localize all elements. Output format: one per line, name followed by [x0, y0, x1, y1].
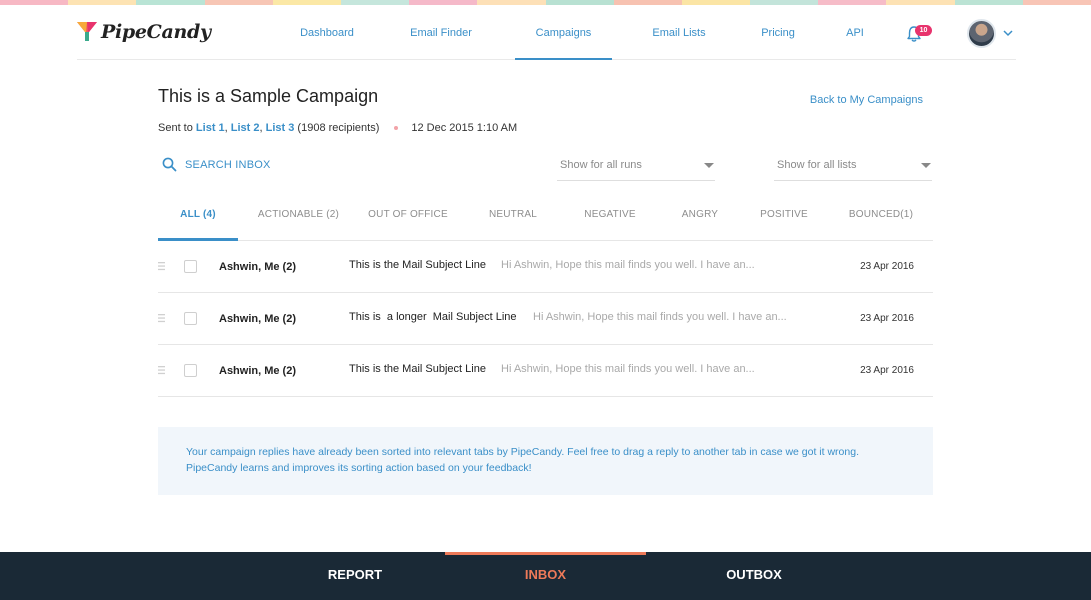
table-row[interactable]: Ashwin, Me (2) This is the Mail Subject …: [158, 345, 933, 397]
row-date: 23 Apr 2016: [860, 313, 914, 324]
row-sender: Ashwin, Me (2): [219, 313, 297, 325]
list-link-2[interactable]: List 2: [231, 122, 260, 134]
row-checkbox[interactable]: [184, 364, 197, 377]
stripe-segment: [1022, 0, 1091, 5]
info-line-1: Your campaign replies have already been …: [186, 446, 859, 458]
caret-down-icon: [704, 163, 714, 168]
runs-select[interactable]: Show for all runs: [557, 152, 715, 181]
logo[interactable]: PipeCandy: [77, 19, 211, 45]
nav-dashboard[interactable]: Dashboard: [286, 5, 368, 60]
table-row[interactable]: Ashwin, Me (2) This is the Mail Subject …: [158, 241, 933, 293]
tab-positive[interactable]: POSITIVE: [753, 198, 815, 241]
tab-inbox[interactable]: INBOX: [445, 552, 646, 600]
row-sender: Ashwin, Me (2): [219, 365, 297, 377]
row-date: 23 Apr 2016: [860, 365, 914, 376]
row-preview: Hi Ashwin, Hope this mail finds you well…: [501, 259, 755, 271]
row-date: 23 Apr 2016: [860, 261, 914, 272]
sent-prefix: Sent to: [158, 122, 196, 134]
row-subject: This is the Mail Subject Line: [349, 363, 486, 375]
nav-api[interactable]: API: [837, 5, 873, 60]
lists-select-value: Show for all lists: [777, 159, 857, 171]
runs-select-value: Show for all runs: [560, 159, 642, 171]
search-icon: [162, 157, 177, 172]
nav-email-lists[interactable]: Email Lists: [642, 5, 716, 60]
recipients-count: (1908 recipients): [294, 122, 380, 134]
sent-date: 12 Dec 2015 1:10 AM: [411, 122, 518, 134]
top-navigation: PipeCandy Dashboard Email Finder Campaig…: [77, 5, 1016, 60]
tab-out-of-office[interactable]: OUT OF OFFICE: [360, 198, 456, 241]
tab-actionable[interactable]: ACTIONABLE (2): [250, 198, 347, 241]
caret-down-icon: [921, 163, 931, 168]
drag-handle-icon[interactable]: [158, 313, 165, 323]
tab-all[interactable]: ALL (4): [158, 198, 238, 241]
notification-badge: 10: [915, 25, 932, 36]
list-link-3[interactable]: List 3: [266, 122, 295, 134]
stripe-segment: [0, 0, 69, 5]
row-checkbox[interactable]: [184, 312, 197, 325]
nav-campaigns[interactable]: Campaigns: [515, 5, 612, 60]
dot-separator: [394, 126, 399, 130]
chevron-down-icon[interactable]: [1002, 28, 1014, 38]
row-sender: Ashwin, Me (2): [219, 261, 297, 273]
tab-outbox[interactable]: OUTBOX: [654, 552, 854, 600]
category-tabs: ALL (4) ACTIONABLE (2) OUT OF OFFICE NEU…: [158, 198, 933, 241]
row-preview: Hi Ashwin, Hope this mail finds you well…: [533, 311, 787, 323]
row-subject: This is the Mail Subject Line: [349, 259, 486, 271]
nav-email-finder[interactable]: Email Finder: [399, 5, 483, 60]
list-link-1[interactable]: List 1: [196, 122, 225, 134]
row-preview: Hi Ashwin, Hope this mail finds you well…: [501, 363, 755, 375]
candy-funnel-icon: [77, 22, 97, 41]
drag-handle-icon[interactable]: [158, 261, 165, 271]
table-row[interactable]: Ashwin, Me (2) This is a longer Mail Sub…: [158, 293, 933, 345]
row-checkbox[interactable]: [184, 260, 197, 273]
row-subject: This is a longer Mail Subject Line: [349, 311, 517, 323]
tab-bounced[interactable]: BOUNCED(1): [842, 198, 920, 241]
nav-pricing[interactable]: Pricing: [749, 5, 807, 60]
avatar[interactable]: [967, 19, 996, 48]
page-title: This is a Sample Campaign: [158, 86, 379, 106]
tab-negative[interactable]: NEGATIVE: [574, 198, 646, 241]
tab-report[interactable]: REPORT: [265, 552, 445, 600]
tab-neutral[interactable]: NEUTRAL: [478, 198, 548, 241]
search-label: SEARCH INBOX: [185, 158, 271, 171]
drag-handle-icon[interactable]: [158, 365, 165, 375]
logo-text: PipeCandy: [101, 21, 211, 43]
search-inbox[interactable]: SEARCH INBOX: [162, 157, 271, 172]
info-line-2: PipeCandy learns and improves its sortin…: [186, 462, 532, 474]
sent-info: Sent to List 1 , List 2 , List 3 (1908 r…: [158, 122, 517, 134]
bottom-tab-bar: REPORT INBOX OUTBOX: [0, 552, 1091, 600]
lists-select[interactable]: Show for all lists: [774, 152, 932, 181]
back-to-campaigns-link[interactable]: Back to My Campaigns: [810, 94, 923, 106]
sorting-info-banner: Your campaign replies have already been …: [158, 427, 933, 495]
tab-angry[interactable]: ANGRY: [670, 198, 730, 241]
